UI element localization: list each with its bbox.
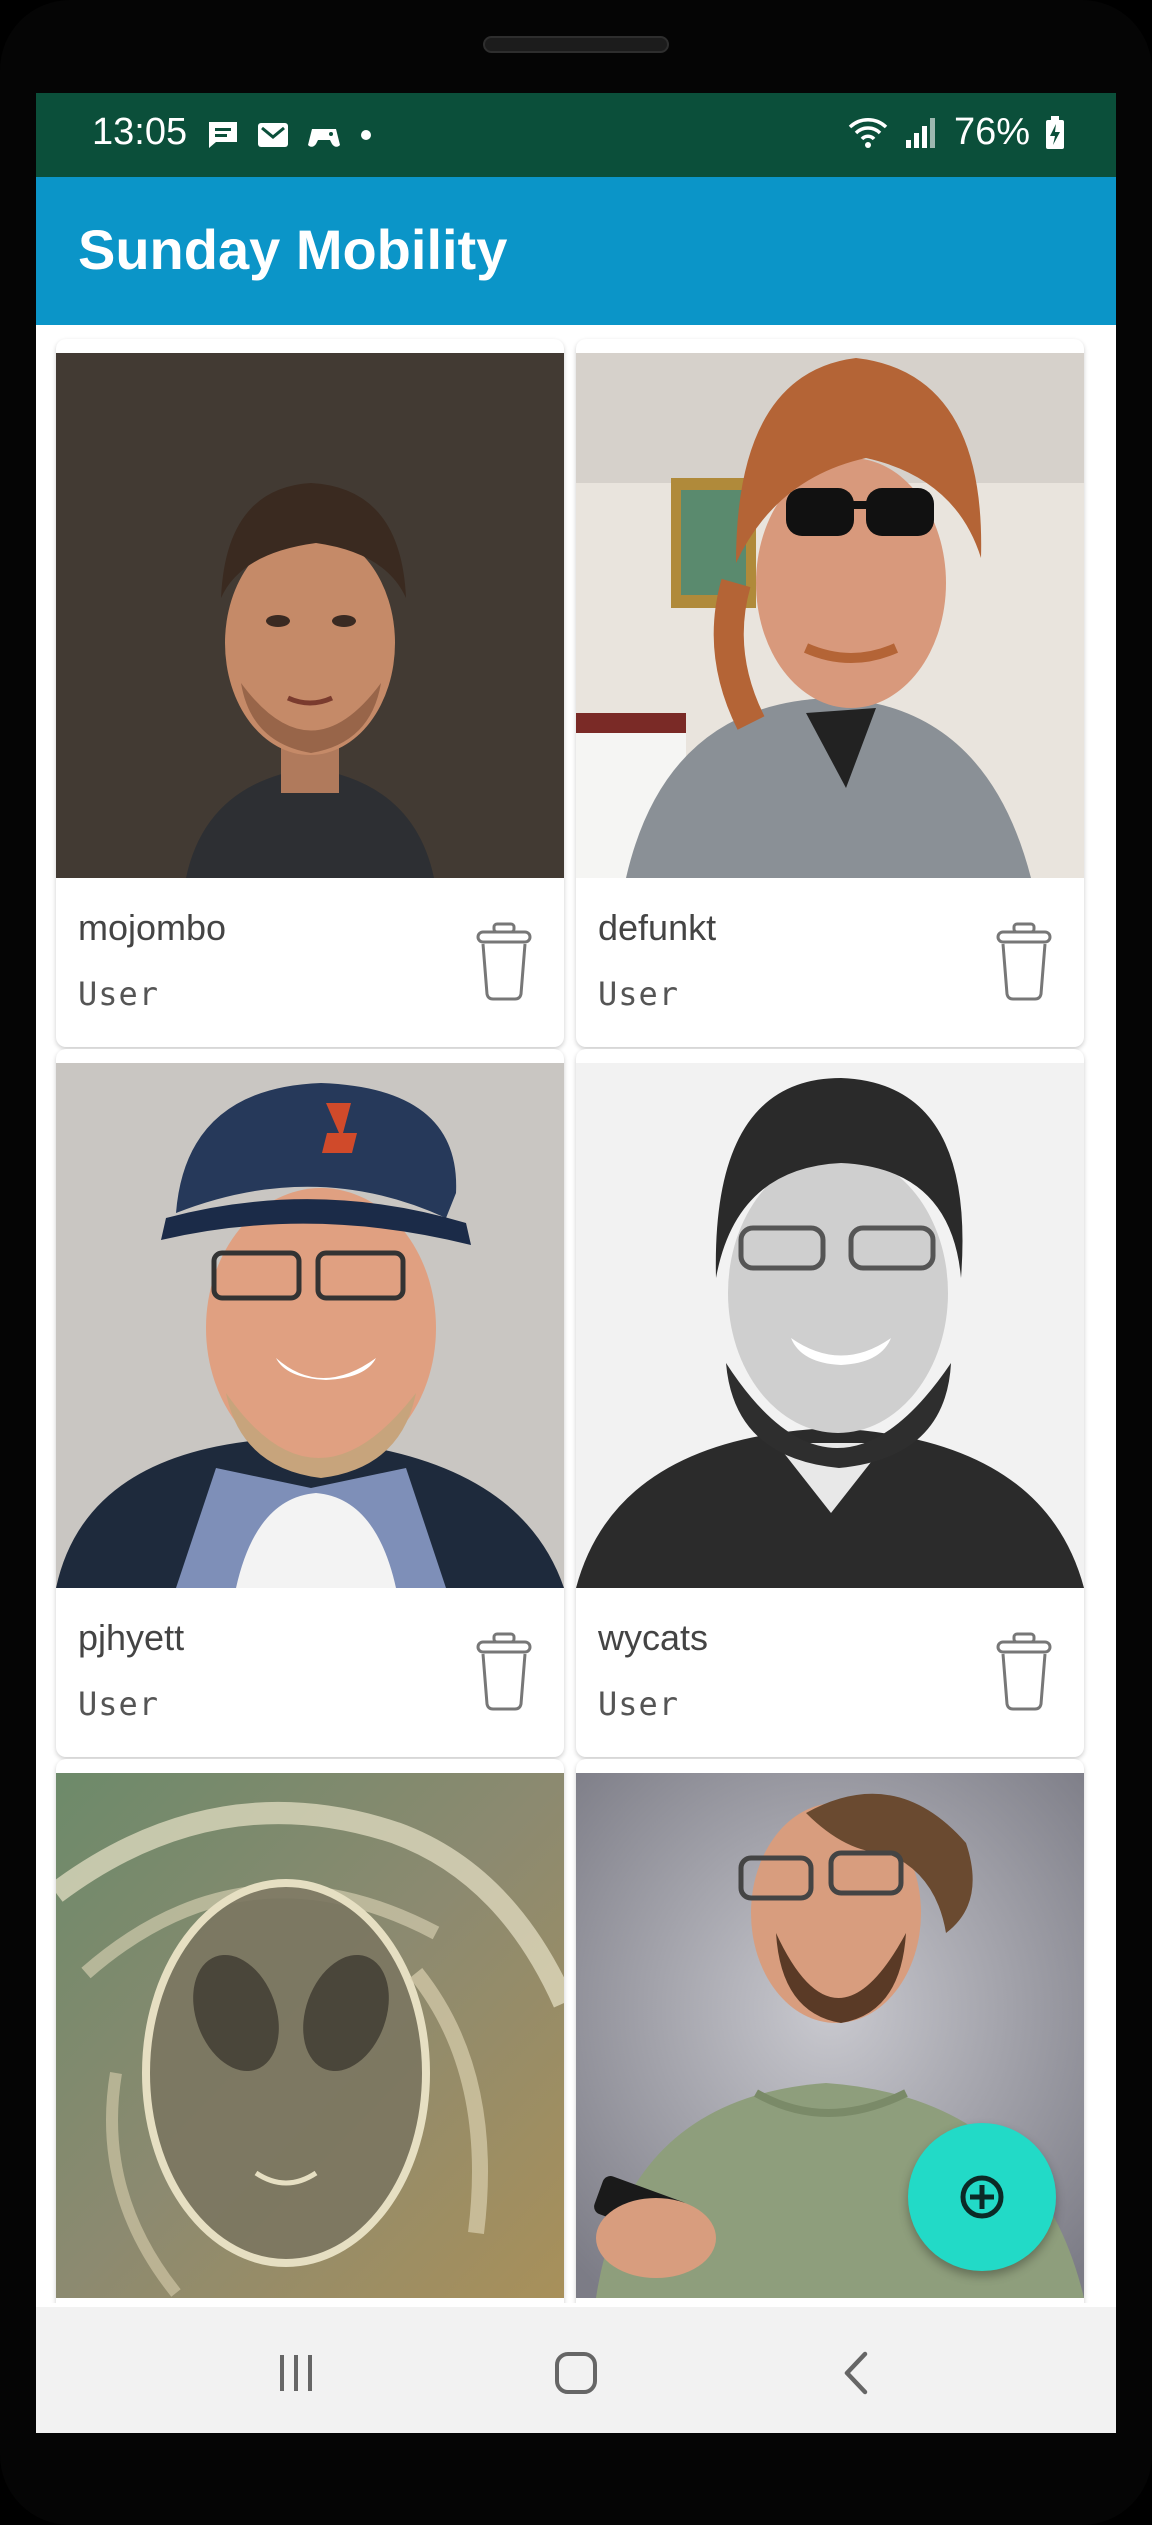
avatar-photo bbox=[56, 1063, 564, 1588]
earpiece-speaker bbox=[483, 36, 669, 53]
trash-icon[interactable] bbox=[994, 1631, 1054, 1711]
user-card[interactable]: wycats User bbox=[576, 1049, 1084, 1757]
notification-icons bbox=[206, 119, 374, 151]
user-role: User bbox=[598, 1685, 680, 1723]
battery-percent: 76% bbox=[953, 111, 1030, 153]
game-controller-icon bbox=[308, 129, 340, 147]
dot-icon bbox=[361, 130, 371, 140]
add-circle-icon bbox=[960, 2175, 1004, 2219]
status-time: 13:05 bbox=[92, 111, 188, 153]
signal-icon bbox=[905, 117, 935, 148]
back-icon bbox=[844, 2351, 868, 2395]
user-name: wycats bbox=[598, 1617, 709, 1658]
system-nav-bar bbox=[36, 2307, 1116, 2433]
screen: 13:05 76% Sunday Mobility mojombo User d… bbox=[36, 93, 1116, 2433]
user-name: mojombo bbox=[78, 907, 227, 948]
recents-icon bbox=[280, 2355, 312, 2391]
message-icon bbox=[209, 122, 237, 148]
avatar-photo bbox=[56, 353, 564, 878]
recents-button[interactable] bbox=[266, 2343, 326, 2403]
avatar-photo bbox=[576, 353, 1084, 878]
user-card[interactable]: defunkt User bbox=[576, 339, 1084, 1047]
trash-icon[interactable] bbox=[474, 921, 534, 1001]
user-card[interactable]: pjhyett User bbox=[56, 1049, 564, 1757]
trash-icon[interactable] bbox=[474, 1631, 534, 1711]
battery-charging-icon bbox=[1046, 115, 1064, 149]
app-bar: Sunday Mobility bbox=[36, 177, 1116, 325]
user-card[interactable] bbox=[56, 1759, 564, 2303]
user-name: defunkt bbox=[598, 907, 717, 948]
user-role: User bbox=[598, 975, 680, 1013]
add-user-button[interactable] bbox=[908, 2123, 1056, 2271]
wifi-icon bbox=[848, 117, 888, 148]
avatar-photo bbox=[576, 1063, 1084, 1588]
status-bar: 13:05 76% bbox=[36, 93, 1116, 177]
home-button[interactable] bbox=[546, 2343, 606, 2403]
phone-frame: 13:05 76% Sunday Mobility mojombo User d… bbox=[0, 0, 1152, 2525]
user-role: User bbox=[78, 975, 160, 1013]
avatar-photo bbox=[56, 1773, 564, 2298]
system-status: 76% bbox=[846, 111, 1066, 154]
app-title: Sunday Mobility bbox=[78, 218, 508, 281]
user-card[interactable]: mojombo User bbox=[56, 339, 564, 1047]
trash-icon[interactable] bbox=[994, 921, 1054, 1001]
home-icon bbox=[555, 2352, 597, 2394]
user-name: pjhyett bbox=[78, 1617, 185, 1658]
mail-icon bbox=[258, 123, 288, 147]
user-grid[interactable]: mojombo User defunkt User pjhyett User w… bbox=[36, 325, 1116, 2303]
user-role: User bbox=[78, 1685, 160, 1723]
back-button[interactable] bbox=[826, 2343, 886, 2403]
